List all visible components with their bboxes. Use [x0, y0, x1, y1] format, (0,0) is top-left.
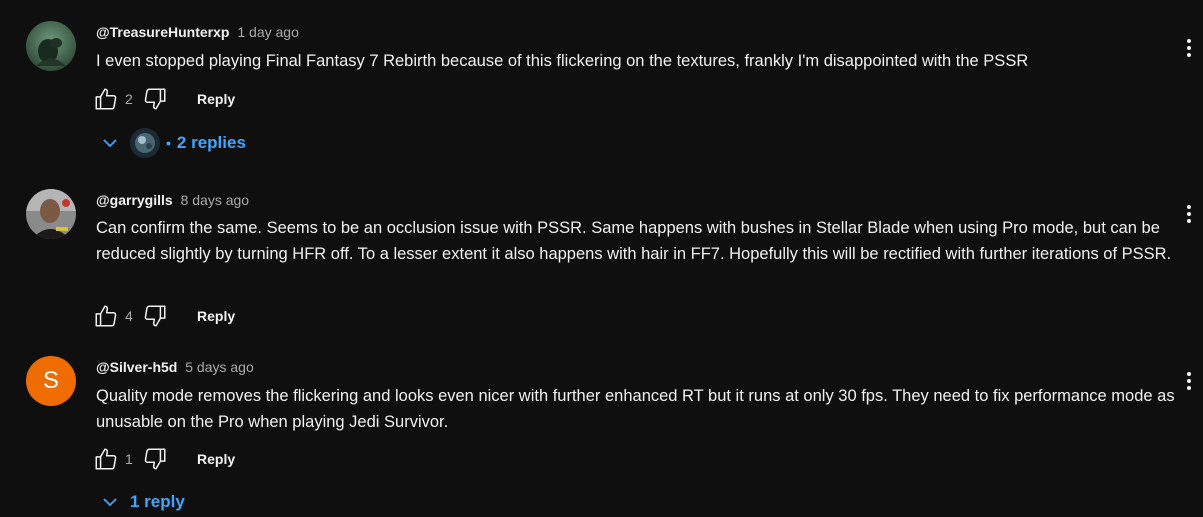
reply-button[interactable]: Reply — [197, 451, 235, 467]
comment-header: @garrygills 8 days ago — [96, 191, 249, 209]
dislike-button[interactable] — [141, 445, 169, 473]
comment-text: I even stopped playing Final Fantasy 7 R… — [96, 52, 1029, 70]
dislike-icon — [144, 448, 166, 470]
view-replies-button[interactable]: • 2 replies — [100, 128, 246, 158]
timestamp[interactable]: 8 days ago — [181, 192, 250, 208]
comment-actions: 2 Reply — [92, 85, 235, 113]
reply-avatar — [130, 128, 160, 158]
comment-menu-button[interactable] — [1180, 369, 1198, 393]
reply-button[interactable]: Reply — [197, 91, 235, 107]
timestamp[interactable]: 1 day ago — [237, 24, 299, 40]
comment-thread: S @Silver-h5d 5 days ago Quality mode re… — [0, 340, 1203, 511]
author-name[interactable]: @garrygills — [96, 192, 173, 208]
like-button[interactable] — [92, 302, 120, 330]
dislike-icon — [144, 305, 166, 327]
author-name[interactable]: @TreasureHunterxp — [96, 24, 229, 40]
avatar[interactable] — [26, 189, 76, 239]
dislike-button[interactable] — [141, 302, 169, 330]
like-count: 1 — [125, 451, 133, 467]
comment-header: @Silver-h5d 5 days ago — [96, 358, 254, 376]
avatar-letter: S — [42, 367, 59, 394]
like-count: 2 — [125, 91, 133, 107]
replies-count[interactable]: 1 reply — [130, 492, 185, 512]
chevron-down-icon — [103, 498, 117, 507]
comment-menu-button[interactable] — [1180, 36, 1198, 60]
avatar[interactable]: S — [26, 356, 76, 406]
comment-header: @TreasureHunterxp 1 day ago — [96, 23, 299, 41]
timestamp[interactable]: 5 days ago — [185, 359, 254, 375]
reply-button[interactable]: Reply — [197, 308, 235, 324]
comment-actions: 1 Reply — [92, 445, 235, 473]
chevron-down-icon — [103, 139, 117, 148]
dislike-button[interactable] — [141, 85, 169, 113]
comment-thread: @TreasureHunterxp 1 day ago I even stopp… — [0, 0, 1203, 180]
like-count: 4 — [125, 308, 133, 324]
like-button[interactable] — [92, 445, 120, 473]
like-button[interactable] — [92, 85, 120, 113]
view-replies-button[interactable]: 1 reply — [100, 487, 185, 517]
more-vert-icon — [1187, 39, 1191, 57]
like-icon — [95, 305, 117, 327]
comment-text: Can confirm the same. Seems to be an occ… — [96, 219, 1172, 263]
more-vert-icon — [1187, 205, 1191, 223]
comment-thread: @garrygills 8 days ago Can confirm the s… — [0, 180, 1203, 340]
avatar[interactable] — [26, 21, 76, 71]
separator-dot: • — [166, 135, 171, 151]
like-icon — [95, 88, 117, 110]
more-vert-icon — [1187, 372, 1191, 390]
replies-count[interactable]: 2 replies — [177, 133, 246, 153]
comment-text: Quality mode removes the flickering and … — [96, 387, 1175, 431]
comment-actions: 4 Reply — [92, 302, 235, 330]
comment-menu-button[interactable] — [1180, 202, 1198, 226]
like-icon — [95, 448, 117, 470]
author-name[interactable]: @Silver-h5d — [96, 359, 177, 375]
dislike-icon — [144, 88, 166, 110]
